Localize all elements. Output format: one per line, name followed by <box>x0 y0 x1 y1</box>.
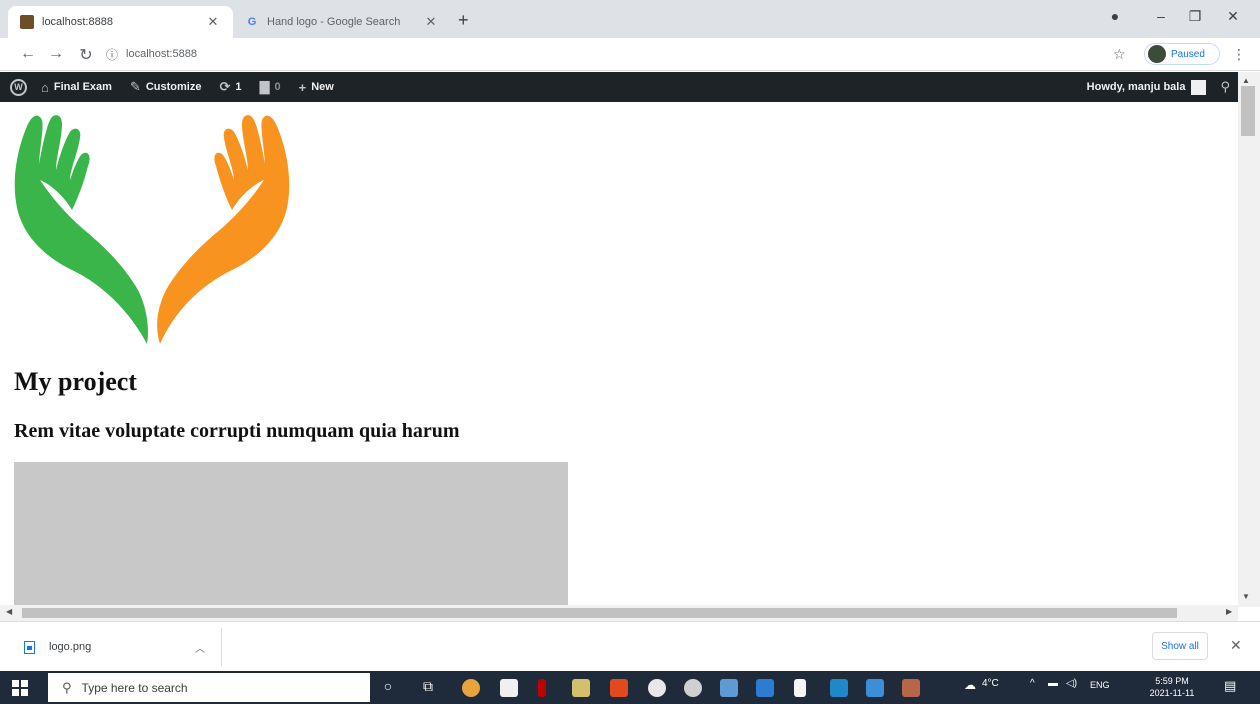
info-icon[interactable]: ⓘ <box>106 46 118 63</box>
search-placeholder: Type here to search <box>81 680 188 695</box>
wordpress-logo-icon[interactable]: W <box>10 78 27 96</box>
office-icon[interactable] <box>610 679 628 697</box>
volume-icon[interactable]: ◁) <box>1066 678 1077 689</box>
cortana-icon[interactable]: ○ <box>378 678 398 694</box>
browser-app-icon[interactable] <box>648 679 666 697</box>
language-indicator[interactable]: ENG <box>1090 680 1110 690</box>
admin-comments[interactable]: ▇ 0 <box>256 79 285 95</box>
notifications-icon[interactable]: ▤ <box>1224 678 1236 694</box>
weather-temp[interactable]: 4°C <box>982 678 999 689</box>
download-item[interactable]: logo.png ︿ <box>8 628 222 666</box>
site-title[interactable]: My project <box>14 367 137 397</box>
scroll-right-icon[interactable]: ▶ <box>1226 607 1232 616</box>
close-window-icon[interactable]: ✕ <box>1218 8 1248 25</box>
browser-tab-strip: localhost:8888 ✕ G Hand logo - Google Se… <box>0 0 1260 38</box>
featured-image-placeholder <box>14 462 568 605</box>
task-view-icon[interactable]: ⧉ <box>418 678 438 695</box>
site-name-label: Final Exam <box>53 81 112 93</box>
word-icon[interactable] <box>756 679 774 697</box>
netflix-icon[interactable] <box>538 679 546 697</box>
reload-icon[interactable]: ↻ <box>76 45 96 65</box>
dashboard-icon: ⌂ <box>41 79 49 95</box>
google-favicon-icon: G <box>247 16 257 28</box>
image-file-icon <box>24 640 35 654</box>
system-clock[interactable]: 5:59 PM 2021-11-11 <box>1148 675 1196 699</box>
search-icon: ⚲ <box>62 679 72 695</box>
notepad-icon[interactable] <box>794 679 806 697</box>
chevron-up-icon[interactable]: ︿ <box>195 640 205 655</box>
maximize-icon[interactable]: ❐ <box>1180 8 1210 25</box>
admin-customize[interactable]: ✎ Customize <box>126 79 206 95</box>
chevron-up-icon[interactable]: ^ <box>1030 678 1035 689</box>
search-icon[interactable]: ⚲ <box>1220 79 1230 95</box>
tab-title: localhost:8888 <box>42 16 113 28</box>
chrome-profile-icon[interactable] <box>684 679 702 697</box>
windows-taskbar: ⚲ Type here to search ○ ⧉ ☁ 4°C ^ ▬ ◁) E… <box>0 671 1260 704</box>
brush-icon: ✎ <box>129 79 141 94</box>
show-all-button[interactable]: Show all <box>1152 632 1208 660</box>
updates-count: 1 <box>235 81 242 93</box>
menu-kebab-icon[interactable]: ⋮ <box>1232 46 1246 63</box>
avatar <box>1148 45 1166 63</box>
left-hand-shape <box>14 115 148 344</box>
new-label: New <box>311 81 334 93</box>
right-hand-shape <box>157 115 290 344</box>
admin-new[interactable]: + New <box>295 80 338 95</box>
page-content: My project Rem vitae voluptate corrupti … <box>0 102 1238 605</box>
comments-count: 0 <box>274 81 281 93</box>
horizontal-scroll-thumb[interactable] <box>22 608 1177 618</box>
close-icon[interactable]: ✕ <box>1230 637 1242 654</box>
clock-time: 5:59 PM <box>1155 676 1189 686</box>
photos-icon[interactable] <box>866 679 884 697</box>
windows-start-icon[interactable] <box>12 680 28 696</box>
admin-site-name[interactable]: ⌂ Final Exam <box>37 80 116 95</box>
horizontal-scrollbar[interactable]: ◀ ▶ <box>0 605 1238 621</box>
winrar-icon[interactable] <box>902 679 920 697</box>
browser-toolbar: ← → ↻ ⓘ localhost:5888 ☆ Paused ⋮ <box>0 38 1260 71</box>
admin-updates[interactable]: ⟳ 1 <box>215 79 245 95</box>
user-avatar[interactable] <box>1191 79 1207 95</box>
tab-localhost[interactable]: localhost:8888 ✕ <box>8 6 233 38</box>
file-explorer-icon[interactable] <box>572 679 590 697</box>
cloud-weather-icon[interactable]: ☁ <box>964 678 976 692</box>
scroll-down-icon[interactable]: ▼ <box>1242 592 1250 601</box>
hands-logo[interactable] <box>12 106 294 346</box>
vertical-scrollbar[interactable]: ▲ ▼ <box>1238 72 1260 607</box>
profile-paused-button[interactable]: Paused <box>1144 43 1220 65</box>
settings-app-icon[interactable] <box>720 679 738 697</box>
updates-icon: ⟳ <box>219 79 231 94</box>
customize-label: Customize <box>145 81 202 93</box>
download-shelf: logo.png ︿ Show all ✕ <box>0 621 1260 671</box>
comment-icon: ▇ <box>259 79 270 94</box>
scroll-up-icon[interactable]: ▲ <box>1242 76 1250 85</box>
chrome-icon[interactable] <box>462 679 480 697</box>
close-tab-icon[interactable]: ✕ <box>423 14 439 30</box>
download-file-name: logo.png <box>49 641 92 653</box>
wp-admin-bar: W ⌂ Final Exam ✎ Customize ⟳ 1 ▇ 0 + New… <box>0 72 1238 102</box>
network-icon[interactable]: ▬ <box>1048 678 1058 689</box>
taskbar-search-box[interactable]: ⚲ Type here to search <box>48 673 370 702</box>
address-bar[interactable]: ⓘ localhost:5888 <box>106 43 1106 65</box>
tab-title: Hand logo - Google Search <box>267 16 401 28</box>
profile-status: Paused <box>1171 48 1205 60</box>
store-icon[interactable] <box>500 679 518 697</box>
tab-google-search[interactable]: G Hand logo - Google Search ✕ <box>233 6 451 38</box>
paint-icon[interactable] <box>830 679 848 697</box>
vertical-scroll-thumb[interactable] <box>1241 86 1255 136</box>
site-tagline: Rem vitae voluptate corrupti numquam qui… <box>14 420 460 442</box>
clock-date: 2021-11-11 <box>1149 688 1195 698</box>
back-icon[interactable]: ← <box>18 45 38 63</box>
forward-icon[interactable]: → <box>46 45 66 63</box>
minimize-icon[interactable]: – <box>1146 8 1176 24</box>
plus-icon: + <box>298 79 307 95</box>
bookmark-star-icon[interactable]: ☆ <box>1113 46 1126 63</box>
url-text: localhost:5888 <box>126 48 197 60</box>
close-tab-icon[interactable]: ✕ <box>205 14 221 30</box>
new-tab-icon[interactable]: + <box>458 10 469 31</box>
howdy-user[interactable]: Howdy, manju bala <box>1087 81 1186 93</box>
scroll-left-icon[interactable]: ◀ <box>6 607 12 616</box>
site-favicon-icon <box>20 15 34 29</box>
account-circle-icon[interactable]: ● <box>1100 8 1130 24</box>
